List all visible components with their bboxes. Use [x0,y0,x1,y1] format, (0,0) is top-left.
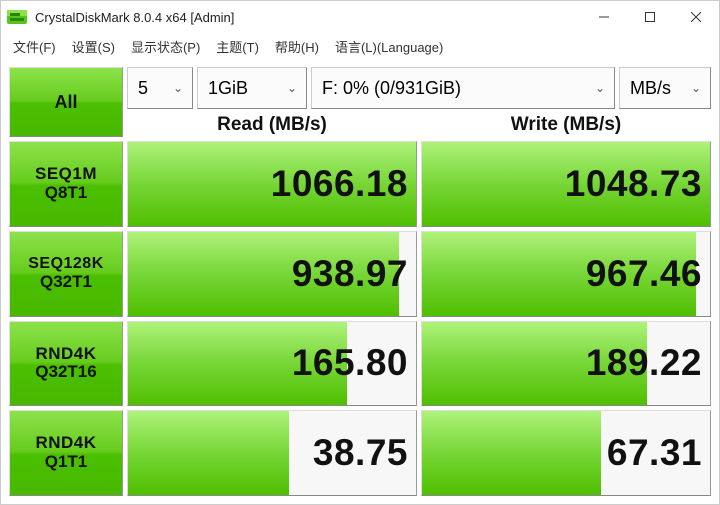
titlebar: CrystalDiskMark 8.0.4 x64 [Admin] [1,1,719,33]
write-seq1m-cell: 1048.73 [421,141,711,227]
menu-theme[interactable]: 主题(T) [208,34,267,59]
read-bar [128,411,289,495]
write-seq128k-value: 967.46 [586,232,702,316]
app-icon [7,7,27,27]
read-seq1m-value: 1066.18 [271,142,408,226]
write-header: Write (MB/s) [421,113,711,137]
test-size-select[interactable]: 1GiB ⌄ [197,67,307,109]
run-seq1m-button[interactable]: SEQ1M Q8T1 [9,141,123,227]
chevron-down-icon: ⌄ [166,81,186,95]
drive-value: F: 0% (0/931GiB) [322,78,588,99]
test-label-l2: Q32T1 [40,273,92,292]
menu-settings[interactable]: 设置(S) [64,34,123,59]
write-rnd4k-q32-value: 189.22 [586,322,702,406]
write-rnd4k-q32-cell: 189.22 [421,321,711,407]
write-rnd4k-q1-value: 67.31 [607,411,702,495]
test-label-l1: RND4K [35,345,96,364]
read-header: Read (MB/s) [127,113,417,137]
test-label-l2: Q1T1 [45,453,88,472]
run-all-label: All [54,92,77,113]
window-title: CrystalDiskMark 8.0.4 x64 [Admin] [35,10,581,25]
read-rnd4k-q1-value: 38.75 [313,411,408,495]
test-size-value: 1GiB [208,78,280,99]
run-rnd4k-q32-button[interactable]: RND4K Q32T16 [9,321,123,407]
toolbar: 5 ⌄ 1GiB ⌄ F: 0% (0/931GiB) ⌄ MB/s ⌄ [127,67,711,109]
write-seq128k-cell: 967.46 [421,231,711,317]
test-label-l2: Q32T16 [35,363,96,382]
read-seq128k-value: 938.97 [292,232,408,316]
minimize-button[interactable] [581,1,627,33]
unit-select[interactable]: MB/s ⌄ [619,67,711,109]
read-rnd4k-q32-value: 165.80 [292,322,408,406]
write-seq1m-value: 1048.73 [565,142,702,226]
chevron-down-icon: ⌄ [588,81,608,95]
test-label-l1: SEQ128K [28,255,104,273]
test-label-l1: SEQ1M [35,165,97,184]
chevron-down-icon: ⌄ [280,81,300,95]
close-button[interactable] [673,1,719,33]
menu-language[interactable]: 语言(L)(Language) [327,34,451,59]
write-rnd4k-q1-cell: 67.31 [421,410,711,496]
unit-value: MB/s [630,78,684,99]
run-seq128k-button[interactable]: SEQ128K Q32T1 [9,231,123,317]
test-count-select[interactable]: 5 ⌄ [127,67,193,109]
window-controls [581,1,719,33]
minimize-icon [599,12,609,22]
test-count-value: 5 [138,78,166,99]
write-bar [422,411,601,495]
menubar: 文件(F) 设置(S) 显示状态(P) 主题(T) 帮助(H) 语言(L)(La… [1,33,719,60]
read-rnd4k-q32-cell: 165.80 [127,321,417,407]
read-rnd4k-q1-cell: 38.75 [127,410,417,496]
menu-help[interactable]: 帮助(H) [267,34,327,59]
content-area: All 5 ⌄ 1GiB ⌄ F: 0% (0/931GiB) ⌄ MB/s ⌄ [1,60,719,504]
maximize-button[interactable] [627,1,673,33]
drive-select[interactable]: F: 0% (0/931GiB) ⌄ [311,67,615,109]
maximize-icon [645,12,655,22]
run-all-button[interactable]: All [9,67,123,137]
menu-status[interactable]: 显示状态(P) [123,34,208,59]
benchmark-grid: All 5 ⌄ 1GiB ⌄ F: 0% (0/931GiB) ⌄ MB/s ⌄ [9,67,711,496]
test-label-l2: Q8T1 [45,184,88,203]
close-icon [691,12,701,22]
test-label-l1: RND4K [35,434,96,453]
read-seq1m-cell: 1066.18 [127,141,417,227]
run-rnd4k-q1-button[interactable]: RND4K Q1T1 [9,410,123,496]
app-window: CrystalDiskMark 8.0.4 x64 [Admin] 文件(F) … [0,0,720,505]
chevron-down-icon: ⌄ [684,81,704,95]
menu-file[interactable]: 文件(F) [5,34,64,59]
read-seq128k-cell: 938.97 [127,231,417,317]
